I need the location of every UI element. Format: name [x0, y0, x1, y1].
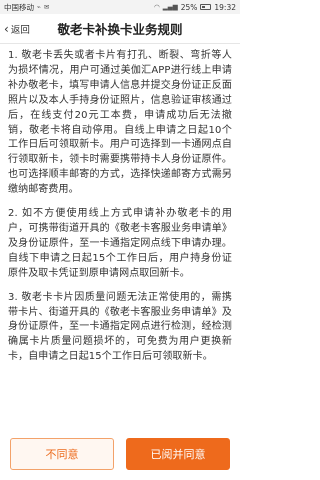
back-label: 返回	[10, 25, 30, 36]
nav-bar: ‹ 返回 敬老卡补换卡业务规则	[0, 14, 240, 44]
wifi-icon: ◠	[154, 3, 160, 11]
footer-actions: 不同意 已阅并同意	[0, 430, 240, 480]
page-title: 敬老卡补换卡业务规则	[57, 22, 183, 37]
battery-icon	[200, 4, 212, 10]
rule-paragraph-1: 1. 敬老卡丢失或者卡片有打孔、断裂、弯折等人为损坏情况，用户可通过美伽汇APP…	[8, 50, 232, 196]
rule-paragraph-2: 2. 如不方便使用线上方式申请补办敬老卡的用户，可携带街道开具的《敬老卡客服业务…	[8, 208, 232, 279]
status-bar: 中国移动 ⌁ ✉ ◠ ▂▄▆ 25% 19:32	[0, 0, 240, 14]
carrier-label: 中国移动	[4, 2, 34, 12]
usb-icon: ⌁	[37, 3, 41, 11]
battery-percent: 25%	[180, 2, 198, 12]
back-button[interactable]: ‹ 返回	[4, 14, 30, 44]
status-bar-right: ◠ ▂▄▆ 25% 19:32	[154, 3, 236, 12]
status-bar-left: 中国移动 ⌁ ✉	[4, 2, 49, 13]
rule-paragraph-3: 3. 敬老卡卡片因质量问题无法正常使用的，需携带卡片、街道开具的《敬老卡客服业务…	[8, 291, 232, 363]
chevron-left-icon: ‹	[4, 22, 9, 36]
rules-content[interactable]: 1. 敬老卡丢失或者卡片有打孔、断裂、弯折等人为损坏情况，用户可通过美伽汇APP…	[0, 45, 240, 425]
message-icon: ✉	[43, 3, 50, 11]
agree-button[interactable]: 已阅并同意	[126, 438, 230, 470]
signal-icon: ▂▄▆	[162, 3, 178, 11]
clock: 19:32	[214, 2, 236, 12]
disagree-button[interactable]: 不同意	[10, 438, 114, 470]
